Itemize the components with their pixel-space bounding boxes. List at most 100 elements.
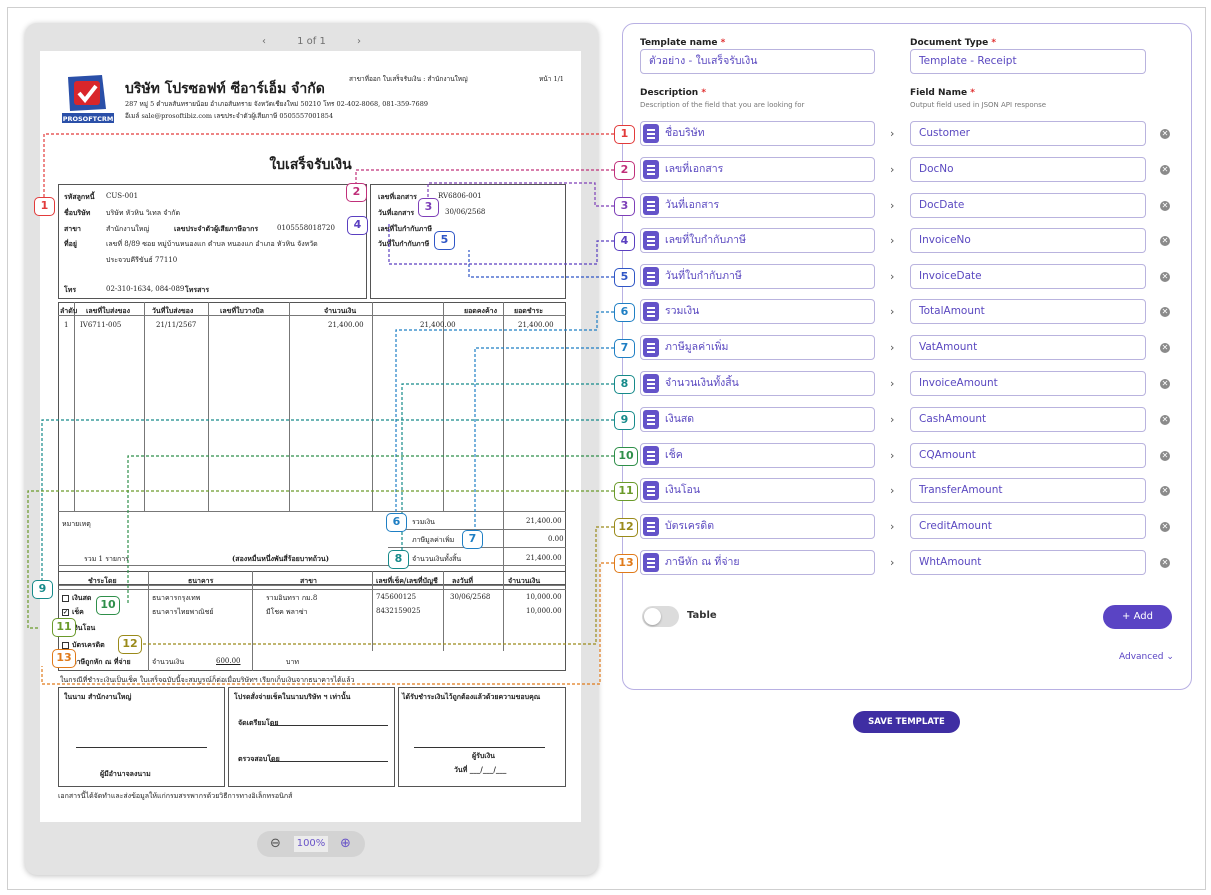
document-type-input[interactable]: Template - Receipt [910, 49, 1146, 74]
field-name-input[interactable]: DocNo [910, 157, 1146, 182]
wht-unit: บาท [286, 658, 299, 666]
document-title: ใบเสร็จรับเงิน [269, 157, 352, 173]
pay-header: สาขา [300, 576, 317, 585]
field-name-input[interactable]: InvoiceNo [910, 228, 1146, 253]
field-name-input[interactable]: CreditAmount [910, 514, 1146, 539]
drag-handle-icon[interactable] [643, 302, 659, 321]
field-name-input[interactable]: TransferAmount [910, 478, 1146, 503]
doc-date-label: วันที่เอกสาร [378, 208, 415, 217]
description-input[interactable]: รวมเงิน [640, 299, 875, 324]
drag-handle-icon[interactable] [643, 160, 659, 179]
description-input[interactable]: ภาษีมูลค่าเพิ่ม [640, 335, 875, 360]
drag-handle-icon[interactable] [643, 553, 659, 572]
field-name-input[interactable]: InvoiceAmount [910, 371, 1146, 396]
remove-field-icon[interactable]: ✕ [1160, 201, 1170, 211]
marker-badge-6: 6 [614, 303, 635, 322]
field-name-input[interactable]: CashAmount [910, 407, 1146, 432]
drag-handle-icon[interactable] [643, 231, 659, 250]
remove-field-icon[interactable]: ✕ [1160, 272, 1170, 282]
pay-cheque: ✓ เช็ค [62, 607, 84, 618]
address-line-2: ประจวบคีรีขันธ์ 77110 [106, 256, 178, 264]
pay-cell: ธนาคารกรุงเทพ [152, 594, 201, 602]
field-name-input[interactable]: TotalAmount [910, 299, 1146, 324]
table-divider [372, 571, 373, 651]
description-input[interactable]: บัตรเครดิต [640, 514, 875, 539]
chevron-right-icon: › [890, 163, 895, 176]
address-line-1: เลขที่ 8/89 ซอย หมู่บ้านหนองแก ตำบล หนอง… [106, 240, 318, 248]
table-cell: 1 [64, 321, 69, 329]
advanced-link[interactable]: Advanced ⌄ [1119, 652, 1174, 662]
drag-handle-icon[interactable] [643, 124, 659, 143]
description-input[interactable]: เลขที่ใบกำกับภาษี [640, 228, 875, 253]
description-input[interactable]: วันที่เอกสาร [640, 193, 875, 218]
remove-field-icon[interactable]: ✕ [1160, 558, 1170, 568]
checkbox-icon [62, 594, 69, 602]
table-divider [144, 302, 145, 511]
remove-field-icon[interactable]: ✕ [1160, 522, 1170, 532]
drag-handle-icon[interactable] [643, 196, 659, 215]
field-name-input[interactable]: WhtAmount [910, 550, 1146, 575]
pay-cell: รามอินทรา กม.8 [266, 594, 318, 602]
description-input[interactable]: จำนวนเงินทั้งสิ้น [640, 371, 875, 396]
remove-field-icon[interactable]: ✕ [1160, 415, 1170, 425]
document-type-label: Document Type * [910, 38, 997, 48]
drag-handle-icon[interactable] [643, 338, 659, 357]
doc-badge-13: 13 [52, 649, 76, 668]
sig1-title: ในนาม สำนักงานใหญ่ [64, 692, 132, 701]
drag-handle-icon[interactable] [643, 410, 659, 429]
drag-handle-icon[interactable] [643, 374, 659, 393]
doc-badge-12: 12 [118, 635, 142, 654]
sig3-receiver: ผู้รับเงิน [472, 751, 495, 760]
chevron-right-icon: › [890, 127, 895, 140]
zoom-out-icon[interactable]: ⊖ [270, 836, 281, 851]
field-name-input[interactable]: InvoiceDate [910, 264, 1146, 289]
table-toggle[interactable] [642, 606, 679, 627]
chevron-right-icon[interactable]: › [357, 36, 361, 47]
save-template-button[interactable]: SAVE TEMPLATE [853, 711, 960, 733]
drag-handle-icon[interactable] [643, 517, 659, 536]
description-input[interactable]: เช็ค [640, 443, 875, 468]
remove-field-icon[interactable]: ✕ [1160, 165, 1170, 175]
remove-field-icon[interactable]: ✕ [1160, 129, 1170, 139]
remove-field-icon[interactable]: ✕ [1160, 379, 1170, 389]
description-input[interactable]: เงินโอน [640, 478, 875, 503]
table-divider [503, 302, 504, 511]
remove-field-icon[interactable]: ✕ [1160, 451, 1170, 461]
table-toggle-label: Table [687, 610, 717, 621]
remove-field-icon[interactable]: ✕ [1160, 236, 1170, 246]
description-input[interactable]: ภาษีหัก ณ ที่จ่าย [640, 550, 875, 575]
table-divider [372, 302, 373, 511]
doc-badge-1: 1 [34, 197, 55, 216]
pay-cell: 10,000.00 [526, 607, 562, 615]
drag-handle-icon[interactable] [643, 267, 659, 286]
field-name-input[interactable]: CQAmount [910, 443, 1146, 468]
drag-handle-icon[interactable] [643, 481, 659, 500]
chevron-right-icon: › [890, 199, 895, 212]
customer-name-label: ชื่อบริษัท [64, 208, 91, 217]
table-divider [443, 571, 444, 651]
table-cell: 21/11/2567 [156, 321, 197, 329]
description-input[interactable]: เลขที่เอกสาร [640, 157, 875, 182]
description-input[interactable]: ชื่อบริษัท [640, 121, 875, 146]
drag-handle-icon[interactable] [643, 446, 659, 465]
zoom-in-icon[interactable]: ⊕ [340, 836, 351, 851]
marker-badge-10: 10 [614, 447, 638, 466]
table-divider [503, 571, 504, 651]
template-name-input[interactable]: ตัวอย่าง - ใบเสร็จรับเงิน [640, 49, 875, 74]
wht-amount: 600.00 [216, 657, 241, 665]
tax-id: 0105558018720 [277, 224, 335, 232]
add-field-button[interactable]: + Add [1103, 605, 1172, 629]
field-name-input[interactable]: Customer [910, 121, 1146, 146]
table-divider [289, 302, 290, 511]
remove-field-icon[interactable]: ✕ [1160, 307, 1170, 317]
field-name-input[interactable]: DocDate [910, 193, 1146, 218]
chevron-left-icon[interactable]: ‹ [262, 36, 266, 47]
remove-field-icon[interactable]: ✕ [1160, 343, 1170, 353]
description-input[interactable]: เงินสด [640, 407, 875, 432]
field-name-input[interactable]: VatAmount [910, 335, 1146, 360]
chevron-right-icon: › [890, 484, 895, 497]
table-header: ยอดชำระ [514, 306, 544, 315]
remove-field-icon[interactable]: ✕ [1160, 486, 1170, 496]
chevron-right-icon: › [890, 520, 895, 533]
description-input[interactable]: วันที่ใบกำกับภาษี [640, 264, 875, 289]
